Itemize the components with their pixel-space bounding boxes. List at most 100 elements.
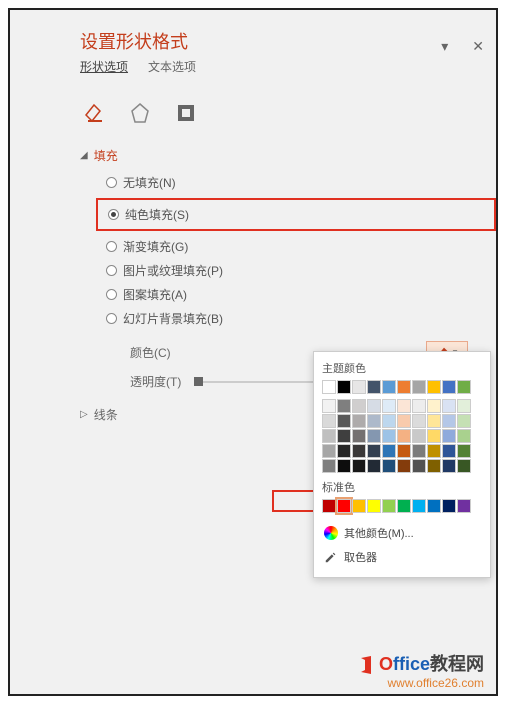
standard-swatch[interactable] (442, 499, 456, 513)
color-swatch[interactable] (382, 414, 396, 428)
color-label: 颜色(C) (130, 344, 182, 361)
color-swatch[interactable] (322, 380, 336, 394)
color-swatch[interactable] (412, 444, 426, 458)
color-swatch[interactable] (367, 399, 381, 413)
color-swatch[interactable] (442, 380, 456, 394)
color-swatch[interactable] (397, 399, 411, 413)
color-swatch[interactable] (457, 414, 471, 428)
color-swatch[interactable] (352, 444, 366, 458)
panel-title: 设置形状格式 (80, 28, 484, 54)
size-properties-icon[interactable] (172, 99, 200, 127)
color-swatch[interactable] (427, 399, 441, 413)
color-swatch[interactable] (367, 380, 381, 394)
color-swatch[interactable] (412, 380, 426, 394)
eyedropper-icon (324, 550, 338, 564)
app-frame: 设置形状格式 ▾ ✕ 形状选项 文本选项 ◢ 填充 (8, 8, 498, 696)
color-swatch[interactable] (442, 414, 456, 428)
color-swatch[interactable] (442, 459, 456, 473)
color-swatch[interactable] (322, 444, 336, 458)
collapse-arrow-icon: ◢ (80, 150, 88, 161)
fill-line-icon[interactable] (80, 99, 108, 127)
color-swatch[interactable] (427, 444, 441, 458)
color-swatch[interactable] (397, 459, 411, 473)
section-fill-header[interactable]: ◢ 填充 (20, 141, 496, 170)
color-swatch[interactable] (397, 414, 411, 428)
color-swatch[interactable] (337, 444, 351, 458)
format-shape-panel: 设置形状格式 ▾ ✕ 形状选项 文本选项 ◢ 填充 (20, 20, 496, 684)
color-swatch[interactable] (427, 414, 441, 428)
color-swatch[interactable] (337, 380, 351, 394)
radio-icon (106, 241, 117, 252)
color-swatch[interactable] (427, 380, 441, 394)
slider-thumb[interactable] (194, 377, 203, 386)
color-swatch[interactable] (367, 414, 381, 428)
color-swatch[interactable] (457, 399, 471, 413)
color-swatch[interactable] (442, 399, 456, 413)
eyedropper-label: 取色器 (344, 549, 377, 565)
color-swatch[interactable] (337, 429, 351, 443)
standard-swatch[interactable] (412, 499, 426, 513)
radio-picture-fill[interactable]: 图片或纹理填充(P) (106, 262, 496, 279)
color-swatch[interactable] (412, 399, 426, 413)
office-logo-icon (357, 655, 377, 675)
color-swatch[interactable] (397, 429, 411, 443)
color-swatch[interactable] (367, 444, 381, 458)
color-swatch[interactable] (352, 459, 366, 473)
radio-no-fill[interactable]: 无填充(N) (106, 174, 496, 191)
color-swatch[interactable] (427, 459, 441, 473)
color-swatch[interactable] (457, 444, 471, 458)
color-swatch[interactable] (367, 459, 381, 473)
eyedropper-link[interactable]: 取色器 (322, 545, 482, 569)
standard-swatch[interactable] (337, 499, 351, 513)
color-swatch[interactable] (382, 399, 396, 413)
category-icons (20, 91, 496, 141)
standard-swatch[interactable] (352, 499, 366, 513)
color-swatch[interactable] (352, 414, 366, 428)
panel-menu-caret-icon[interactable]: ▾ (441, 38, 448, 55)
standard-swatch[interactable] (367, 499, 381, 513)
color-swatch[interactable] (382, 429, 396, 443)
color-swatch[interactable] (322, 459, 336, 473)
color-swatch[interactable] (442, 429, 456, 443)
effects-icon[interactable] (126, 99, 154, 127)
color-swatch[interactable] (427, 429, 441, 443)
standard-swatch[interactable] (457, 499, 471, 513)
color-swatch[interactable] (382, 380, 396, 394)
radio-label: 图案填充(A) (123, 286, 187, 303)
radio-solid-fill[interactable]: 纯色填充(S) (108, 206, 189, 223)
standard-row (322, 499, 482, 513)
color-swatch[interactable] (337, 459, 351, 473)
standard-swatch[interactable] (322, 499, 336, 513)
color-swatch[interactable] (367, 429, 381, 443)
color-swatch[interactable] (442, 444, 456, 458)
color-swatch[interactable] (457, 459, 471, 473)
tab-shape-options[interactable]: 形状选项 (80, 58, 128, 81)
radio-pattern-fill[interactable]: 图案填充(A) (106, 286, 496, 303)
radio-gradient-fill[interactable]: 渐变填充(G) (106, 238, 496, 255)
color-swatch[interactable] (382, 444, 396, 458)
panel-close-icon[interactable]: ✕ (472, 38, 484, 55)
color-swatch[interactable] (352, 399, 366, 413)
color-swatch[interactable] (412, 414, 426, 428)
color-swatch[interactable] (412, 459, 426, 473)
color-swatch[interactable] (352, 380, 366, 394)
color-swatch[interactable] (382, 459, 396, 473)
tab-text-options[interactable]: 文本选项 (148, 58, 196, 81)
color-swatch[interactable] (457, 380, 471, 394)
color-swatch[interactable] (397, 444, 411, 458)
standard-swatch[interactable] (397, 499, 411, 513)
color-swatch[interactable] (322, 429, 336, 443)
color-swatch[interactable] (397, 380, 411, 394)
standard-swatch[interactable] (382, 499, 396, 513)
color-swatch[interactable] (457, 429, 471, 443)
standard-swatch[interactable] (427, 499, 441, 513)
more-colors-link[interactable]: 其他颜色(M)... (322, 521, 482, 545)
color-swatch[interactable] (352, 429, 366, 443)
color-swatch[interactable] (337, 414, 351, 428)
color-swatch[interactable] (322, 414, 336, 428)
color-swatch[interactable] (337, 399, 351, 413)
radio-slidebg-fill[interactable]: 幻灯片背景填充(B) (106, 310, 496, 327)
shade-row (322, 459, 482, 473)
color-swatch[interactable] (322, 399, 336, 413)
color-swatch[interactable] (412, 429, 426, 443)
